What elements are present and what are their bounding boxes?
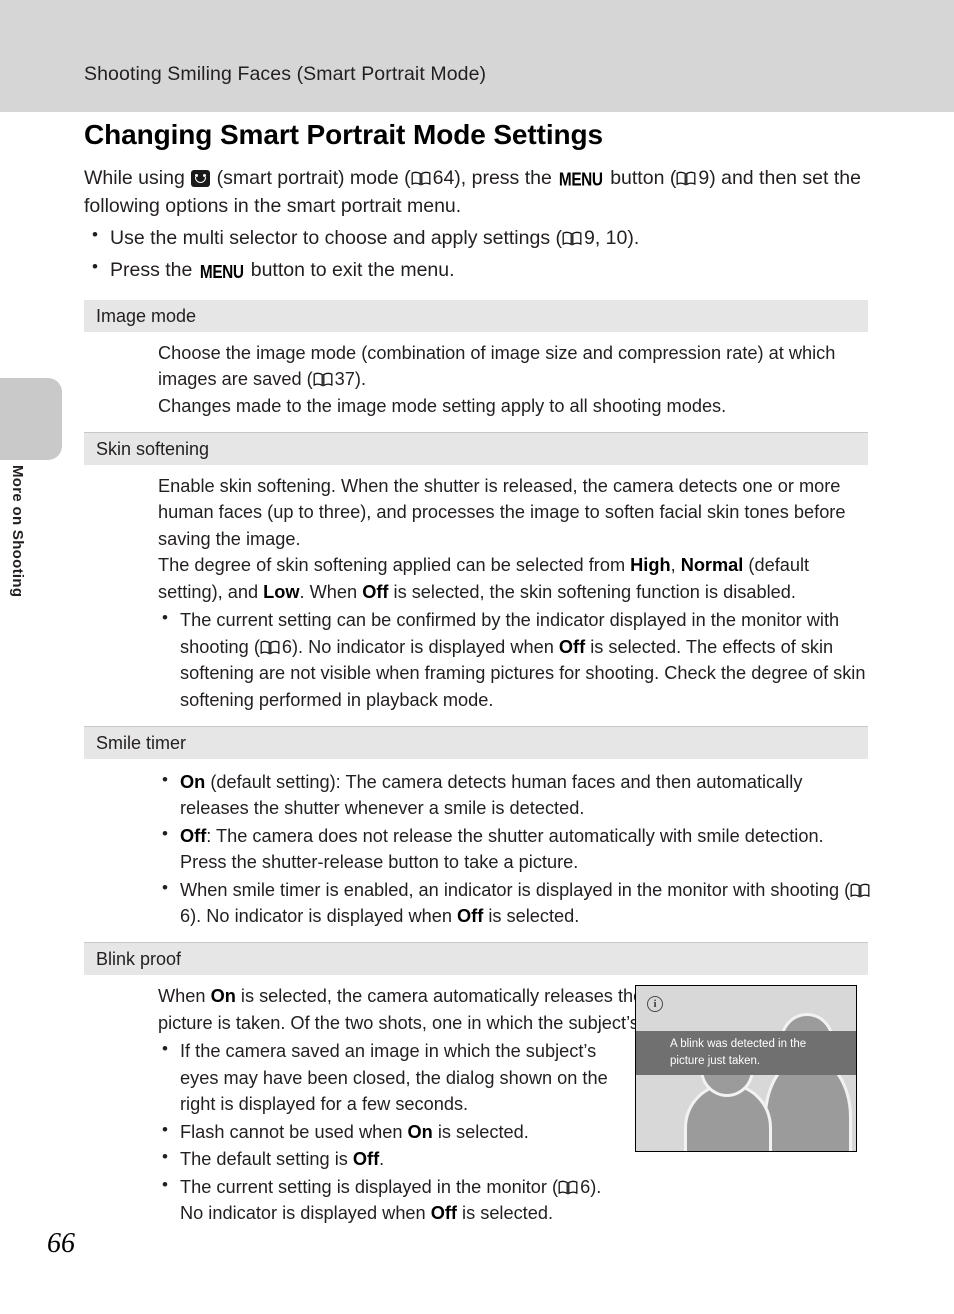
skin-softening-paragraph-2: The degree of skin softening applied can… <box>158 552 874 605</box>
option-low: Low <box>263 581 300 602</box>
blink-proof-bullet-2-text-2: is selected. <box>432 1121 529 1142</box>
blink-message-line-2: picture just taken. <box>670 1054 761 1067</box>
blink-proof-bullet-4-text-1: The current setting is displayed in the … <box>180 1176 559 1197</box>
option-off: Off <box>180 825 207 846</box>
blink-proof-bullet-3-text-1: The default setting is <box>180 1149 353 1170</box>
smart-portrait-smiley-icon <box>191 169 211 187</box>
skin-softening-text-2: , <box>670 555 681 576</box>
menu-button-glyph: MENU <box>199 262 244 283</box>
image-mode-ref: 37 <box>334 369 355 390</box>
option-off: Off <box>457 906 484 927</box>
smile-timer-bullet-1: On (default setting): The camera detects… <box>158 768 874 822</box>
option-off: Off <box>430 1203 457 1224</box>
option-high: High <box>630 555 671 576</box>
book-reference-icon <box>411 171 431 186</box>
image-mode-paragraph-1: Choose the image mode (combination of im… <box>158 340 874 393</box>
blink-message-line-1: A blink was detected in the <box>670 1038 807 1050</box>
book-reference-icon <box>313 372 333 387</box>
camera-monitor-dialog-figure: i A blink was detected in the picture ju… <box>635 985 857 1152</box>
intro-bullet-2-text-1: Press the <box>110 258 198 281</box>
blink-proof-bullet-4: The current setting is displayed in the … <box>158 1173 628 1227</box>
setting-body-smile-timer: On (default setting): The camera detects… <box>84 759 874 942</box>
smile-timer-bullet-3-text-3: is selected. <box>483 906 580 927</box>
option-off: Off <box>362 581 389 602</box>
book-reference-icon <box>558 1180 578 1195</box>
blink-detected-message: A blink was detected in the picture just… <box>636 1031 856 1076</box>
page-title: Changing Smart Portrait Mode Settings <box>84 119 604 150</box>
intro-bullet-1-text-1: Use the multi selector to choose and app… <box>110 227 562 250</box>
image-mode-text-1: Choose the image mode (combination of im… <box>158 342 836 390</box>
smile-timer-bullet-3-text-1: When smile timer is enabled, an indicato… <box>180 879 851 900</box>
skin-softening-bullet-text-2: ). No indicator is displayed when <box>292 636 559 657</box>
smile-timer-bullet-list: On (default setting): The camera detects… <box>158 768 874 930</box>
option-on: On <box>210 985 236 1006</box>
intro-bullet-2: Press the MENU button to exit the menu. <box>84 255 874 284</box>
intro-bullet-2-text-2: button to exit the menu. <box>245 258 455 281</box>
blink-proof-text-1: When <box>158 985 211 1006</box>
intro-text-3: ), press the <box>454 166 558 189</box>
skin-softening-paragraph-1: Enable skin softening. When the shutter … <box>158 475 846 549</box>
blink-proof-bullet-1: If the camera saved an image in which th… <box>158 1037 628 1118</box>
info-icon: i <box>647 996 663 1012</box>
blink-proof-bullet-4-text-3: is selected. <box>456 1203 554 1224</box>
option-off: Off <box>558 636 586 657</box>
option-on: On <box>180 771 206 792</box>
image-mode-text-2: ). <box>354 369 367 390</box>
book-reference-icon <box>562 231 582 246</box>
page-number: 66 <box>47 1228 75 1259</box>
smile-timer-bullet-2: Off: The camera does not release the shu… <box>158 822 874 876</box>
setting-heading-image-mode: Image mode <box>84 299 868 332</box>
skin-softening-text-1: The degree of skin softening applied can… <box>158 555 631 576</box>
book-reference-icon <box>850 883 870 898</box>
intro-bullet-list: Use the multi selector to choose and app… <box>84 223 874 284</box>
blink-proof-bullet-4-ref: 6 <box>580 1176 591 1197</box>
skin-softening-text-4: . When <box>299 581 363 602</box>
setting-body-skin-softening: Enable skin softening. When the shutter … <box>84 465 874 726</box>
skin-softening-bullet-ref: 6 <box>281 636 292 657</box>
blink-proof-bullet-2: Flash cannot be used when On is selected… <box>158 1118 628 1146</box>
image-mode-paragraph-2: Changes made to the image mode setting a… <box>158 395 727 416</box>
smile-timer-bullet-1-text: (default setting): The camera detects hu… <box>180 771 803 819</box>
setting-body-image-mode: Choose the image mode (combination of im… <box>84 332 874 432</box>
smile-timer-bullet-3-text-2: ). No indicator is displayed when <box>190 906 458 927</box>
intro-ref-9: 9 <box>698 166 710 189</box>
book-reference-icon <box>260 640 280 655</box>
blink-proof-bullet-3-text-2: . <box>379 1149 385 1170</box>
skin-softening-bullet-1: The current setting can be confirmed by … <box>158 606 874 713</box>
intro-bullet-1-text-2: ). <box>627 227 640 250</box>
option-normal: Normal <box>680 555 744 576</box>
intro-bullet-1: Use the multi selector to choose and app… <box>84 223 874 252</box>
blink-proof-bullet-list: If the camera saved an image in which th… <box>158 1037 628 1227</box>
smile-timer-bullet-2-text: : The camera does not release the shutte… <box>180 825 824 873</box>
setting-heading-skin-softening: Skin softening <box>84 432 868 465</box>
setting-heading-smile-timer: Smile timer <box>84 726 868 759</box>
intro-bullet-1-ref: 9, 10 <box>584 227 628 250</box>
blink-proof-bullet-3: The default setting is Off. <box>158 1145 628 1173</box>
chapter-tab-label: More on Shooting <box>9 465 26 598</box>
option-off: Off <box>352 1149 380 1170</box>
setting-heading-blink-proof: Blink proof <box>84 942 868 975</box>
running-header-band: Shooting Smiling Faces (Smart Portrait M… <box>0 0 954 112</box>
intro-ref-64: 64 <box>432 166 455 189</box>
skin-softening-text-5: is selected, the skin softening function… <box>388 581 796 602</box>
chapter-tab-marker <box>0 378 62 460</box>
running-header-text: Shooting Smiling Faces (Smart Portrait M… <box>84 63 487 85</box>
blink-proof-bullet-2-text-1: Flash cannot be used when <box>180 1121 408 1142</box>
smile-timer-bullet-3-ref: 6 <box>180 906 191 927</box>
intro-paragraph: While using (smart portrait) mode ( 64), … <box>84 164 874 222</box>
menu-button-glyph: MENU <box>559 170 603 191</box>
intro-text-4: button ( <box>604 166 677 189</box>
skin-softening-bullet-list: The current setting can be confirmed by … <box>158 606 874 713</box>
intro-text-1: While using <box>84 166 191 189</box>
book-reference-icon <box>676 171 696 186</box>
smile-timer-bullet-3: When smile timer is enabled, an indicato… <box>158 876 874 930</box>
option-on: On <box>407 1121 433 1142</box>
intro-text-2: (smart portrait) mode ( <box>211 166 411 189</box>
